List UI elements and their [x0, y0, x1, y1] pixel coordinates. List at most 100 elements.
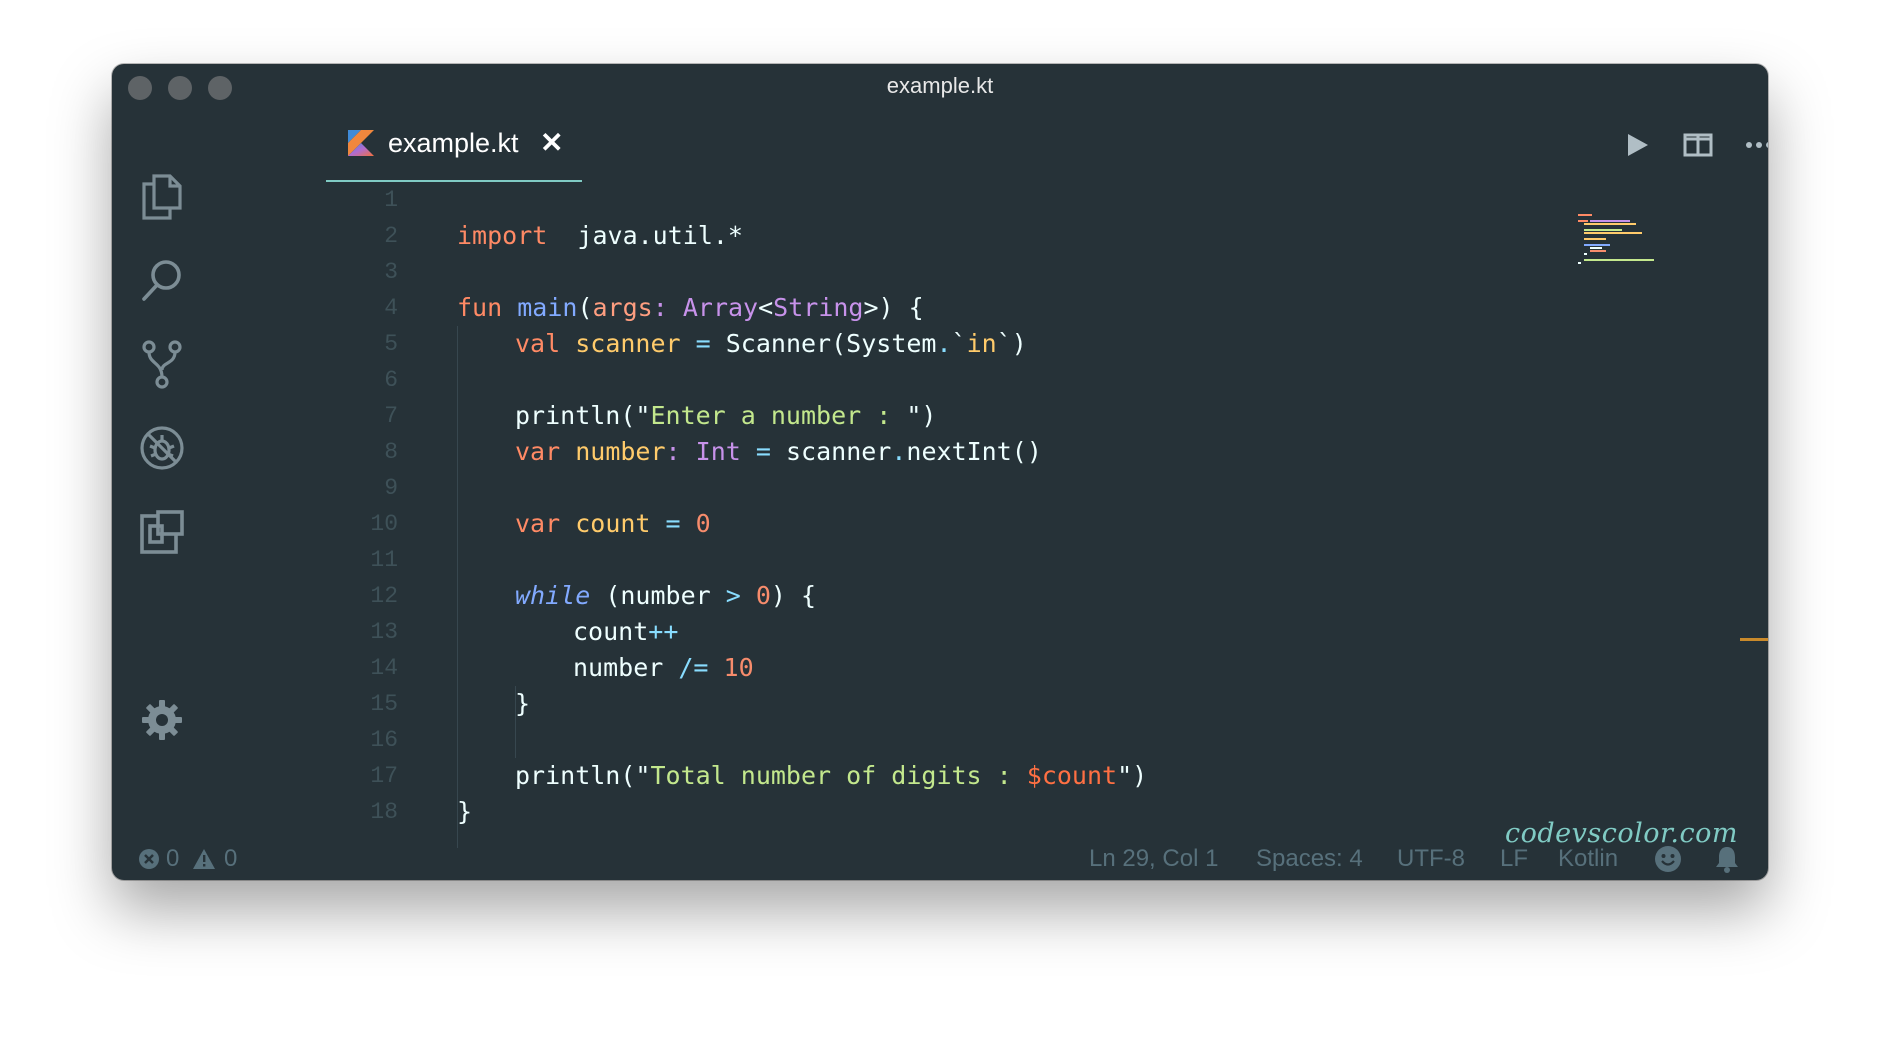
- indent-guide: [457, 326, 458, 848]
- code-token: >: [725, 581, 741, 610]
- code-token: `: [951, 329, 967, 358]
- line-number: 11: [370, 547, 398, 573]
- tab-example-kt[interactable]: example.kt ✕: [326, 106, 582, 182]
- gear-icon[interactable]: [136, 694, 188, 746]
- code-token: $count: [1026, 761, 1118, 790]
- code-token: Scanner(System: [710, 329, 937, 358]
- indentation-setting[interactable]: Spaces: 4: [1256, 845, 1363, 873]
- code-token: 0: [755, 581, 771, 610]
- run-icon[interactable]: [1618, 130, 1654, 160]
- debug-icon[interactable]: [136, 422, 188, 474]
- code-token: Total number of digits :: [650, 761, 1027, 790]
- search-icon[interactable]: [136, 254, 188, 306]
- code-token: >) {: [863, 293, 924, 322]
- code-token: println(": [515, 761, 651, 790]
- line-number: 12: [370, 583, 398, 609]
- code-token: Enter a number :: [650, 401, 907, 430]
- line-number: 10: [370, 511, 398, 537]
- line-number: 15: [370, 691, 398, 717]
- minimap[interactable]: [1578, 212, 1678, 282]
- code-token: :: [665, 437, 681, 466]
- code-token: main: [517, 293, 578, 322]
- code-token: /=: [678, 653, 709, 682]
- code-token: =: [755, 437, 771, 466]
- code-token: count: [575, 509, 651, 538]
- line-number: 17: [370, 763, 398, 789]
- code-token: ) {: [770, 581, 817, 610]
- title-bar: example.kt: [112, 64, 1768, 106]
- bell-icon[interactable]: [1714, 845, 1740, 880]
- code-line[interactable]: var count = 0: [515, 506, 711, 542]
- code-token: }: [515, 689, 531, 718]
- code-token: in: [966, 329, 997, 358]
- code-token: println(": [515, 401, 651, 430]
- explorer-icon[interactable]: [136, 170, 188, 222]
- source-control-icon[interactable]: [136, 338, 188, 390]
- code-token: =: [695, 329, 711, 358]
- code-token: val: [515, 329, 561, 358]
- kotlin-logo-icon: [348, 130, 374, 156]
- code-editor[interactable]: 1 2 3 4 5 6 7 8 9 10 11 12 13 14 15 16 17 18 import java.…: [212, 182, 1768, 868]
- line-number: 4: [384, 295, 398, 321]
- code-token: `): [996, 329, 1027, 358]
- tab-bar: example.kt ✕: [212, 106, 1768, 182]
- line-number: 9: [384, 475, 398, 501]
- line-number: 1: [384, 187, 398, 213]
- activity-bar: [112, 106, 212, 868]
- code-token: Array: [682, 293, 759, 322]
- line-number: 6: [384, 367, 398, 393]
- code-token: scanner: [575, 329, 681, 358]
- cursor-position[interactable]: Ln 29, Col 1: [1089, 845, 1218, 873]
- code-token: String: [773, 293, 864, 322]
- extensions-icon[interactable]: [136, 506, 188, 558]
- code-line[interactable]: import java.util.*: [457, 218, 743, 254]
- error-icon[interactable]: [138, 848, 160, 877]
- code-token: "): [1117, 761, 1148, 790]
- code-token: :: [652, 293, 668, 322]
- code-token: <: [758, 293, 774, 322]
- code-line[interactable]: println("Total number of digits : $count…: [515, 758, 1147, 794]
- code-line[interactable]: count++: [573, 614, 678, 650]
- code-token: scanner: [770, 437, 892, 466]
- code-line[interactable]: number /= 10: [573, 650, 754, 686]
- tab-close-icon[interactable]: ✕: [540, 126, 563, 159]
- code-token: (: [577, 293, 593, 322]
- smiley-icon[interactable]: [1654, 845, 1682, 880]
- code-token: }: [457, 797, 473, 826]
- error-count[interactable]: 0: [166, 845, 179, 873]
- code-line[interactable]: println("Enter a number : "): [515, 398, 936, 434]
- editor-window: example.kt example.kt ✕ 1 2 3 4 5 6 7 8 …: [112, 64, 1768, 880]
- code-line[interactable]: fun main(args: Array<String>) {: [457, 290, 924, 326]
- code-token: Int: [695, 437, 741, 466]
- code-line[interactable]: var number: Int = scanner.nextInt(): [515, 434, 1042, 470]
- eol-setting[interactable]: LF: [1500, 845, 1528, 873]
- line-number: 3: [384, 259, 398, 285]
- split-editor-icon[interactable]: [1680, 130, 1716, 160]
- language-mode[interactable]: Kotlin: [1558, 845, 1618, 873]
- more-actions-icon[interactable]: [1742, 130, 1768, 160]
- code-line[interactable]: }: [515, 686, 530, 722]
- code-token: 0: [695, 509, 711, 538]
- encoding-setting[interactable]: UTF-8: [1397, 845, 1465, 873]
- warning-count[interactable]: 0: [224, 845, 237, 873]
- code-line[interactable]: while (number > 0) {: [515, 578, 816, 614]
- code-line[interactable]: }: [457, 794, 472, 830]
- line-number: 2: [384, 223, 398, 249]
- warning-icon[interactable]: [192, 848, 216, 877]
- line-number: 7: [384, 403, 398, 429]
- line-number: 13: [370, 619, 398, 645]
- code-line[interactable]: val scanner = Scanner(System.`in`): [515, 326, 1027, 362]
- line-number: 18: [370, 799, 398, 825]
- code-token: var: [515, 437, 561, 466]
- tab-label: example.kt: [388, 128, 519, 158]
- line-number: 16: [370, 727, 398, 753]
- code-token: number: [575, 437, 666, 466]
